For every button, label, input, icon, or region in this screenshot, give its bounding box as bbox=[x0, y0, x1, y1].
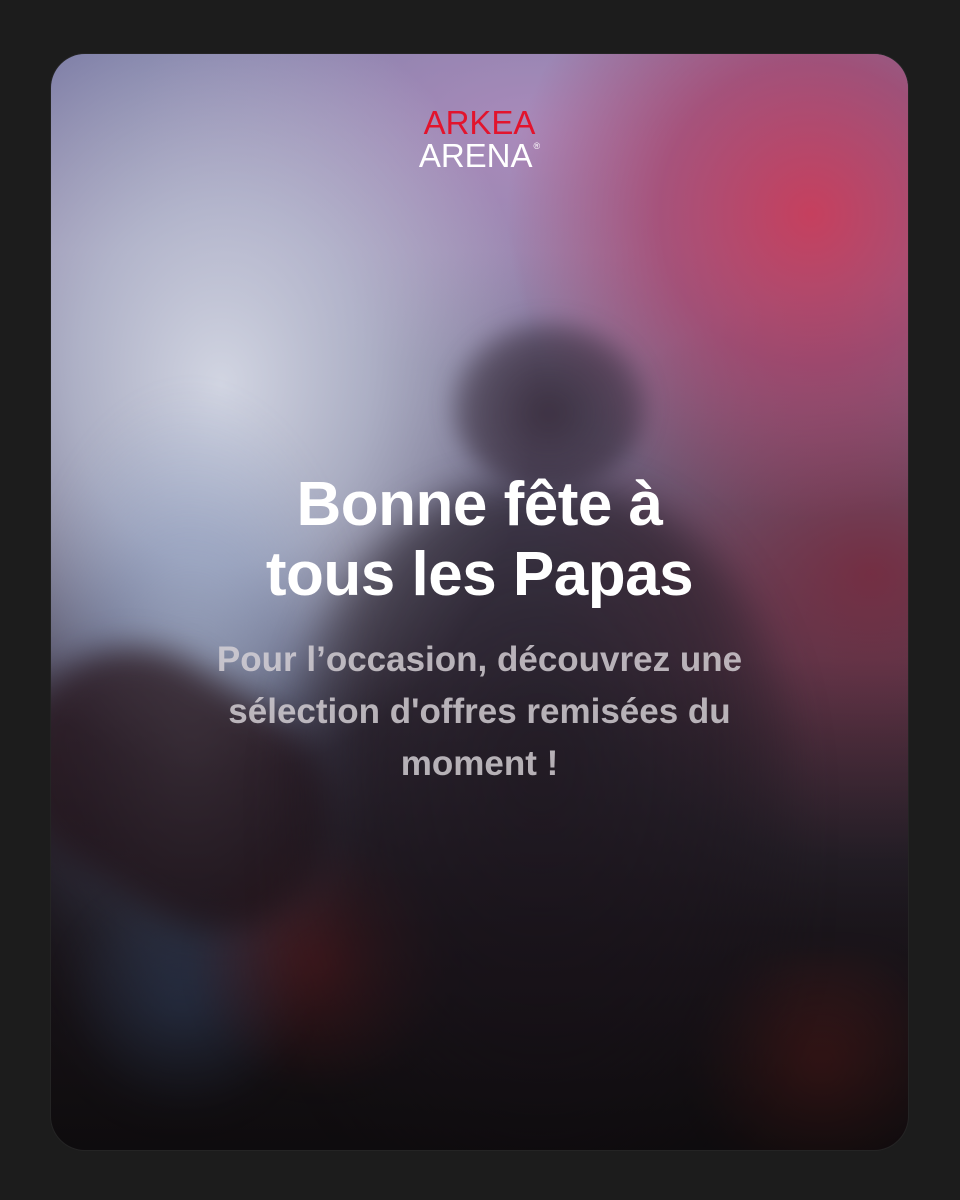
subtitle-line-3: moment ! bbox=[400, 744, 559, 783]
logo-line-arena: ARENA® bbox=[51, 139, 908, 172]
headline-line-1: Bonne fête à bbox=[296, 470, 663, 539]
logo-line-arkea: ARKEA bbox=[423, 104, 536, 141]
registered-mark: ® bbox=[533, 141, 541, 151]
headline-line-2: tous les Papas bbox=[265, 540, 694, 609]
subtitle-line-2: sélection d'offres remisées du bbox=[228, 692, 731, 731]
subtitle: Pour l’occasion, découvrez une sélection… bbox=[151, 634, 808, 790]
headline: Bonne fête à tous les Papas bbox=[51, 470, 908, 610]
arkea-arena-logo: ARKEA ARENA® bbox=[51, 106, 908, 172]
subtitle-line-1: Pour l’occasion, découvrez une bbox=[216, 640, 743, 679]
promo-card[interactable]: ARKEA ARENA® Bonne fête à tous les Papas… bbox=[51, 54, 908, 1150]
logo-arena-text: ARENA bbox=[418, 137, 533, 174]
page: ARKEA ARENA® Bonne fête à tous les Papas… bbox=[0, 0, 960, 1200]
